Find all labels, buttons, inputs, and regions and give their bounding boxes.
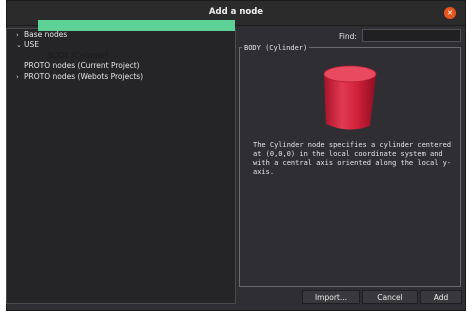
close-icon: × <box>446 8 454 17</box>
tree-item-proto-webots[interactable]: › PROTO nodes (Webots Projects) <box>16 71 143 82</box>
import-button[interactable]: Import... <box>302 290 360 304</box>
add-button[interactable]: Add <box>420 290 462 304</box>
cylinder-preview-icon <box>323 65 377 130</box>
tree-item-proto-current[interactable]: PROTO nodes (Current Project) <box>24 60 140 71</box>
cancel-button[interactable]: Cancel <box>362 290 418 304</box>
chevron-down-icon[interactable]: ⌄ <box>16 40 24 51</box>
find-label: Find: <box>339 32 357 41</box>
preview-title: BODY (Cylinder) <box>242 44 310 52</box>
tree-item-label: PROTO nodes (Current Project) <box>24 61 140 70</box>
tree-item-use[interactable]: ⌄ USE <box>16 39 39 50</box>
tree-item-label: BODY (Cylinder) <box>48 51 109 60</box>
node-description: The Cylinder node specifies a cylinder c… <box>253 141 452 176</box>
tree-item-label: Base nodes <box>24 30 68 39</box>
close-button[interactable]: × <box>444 7 456 19</box>
selection-highlight <box>38 20 235 31</box>
dialog-title: Add a node <box>208 7 264 17</box>
chevron-right-icon[interactable]: › <box>16 72 24 83</box>
tree-item-label: PROTO nodes (Webots Projects) <box>24 72 144 81</box>
tree-item-label: USE <box>24 40 39 49</box>
find-input[interactable] <box>362 29 461 42</box>
